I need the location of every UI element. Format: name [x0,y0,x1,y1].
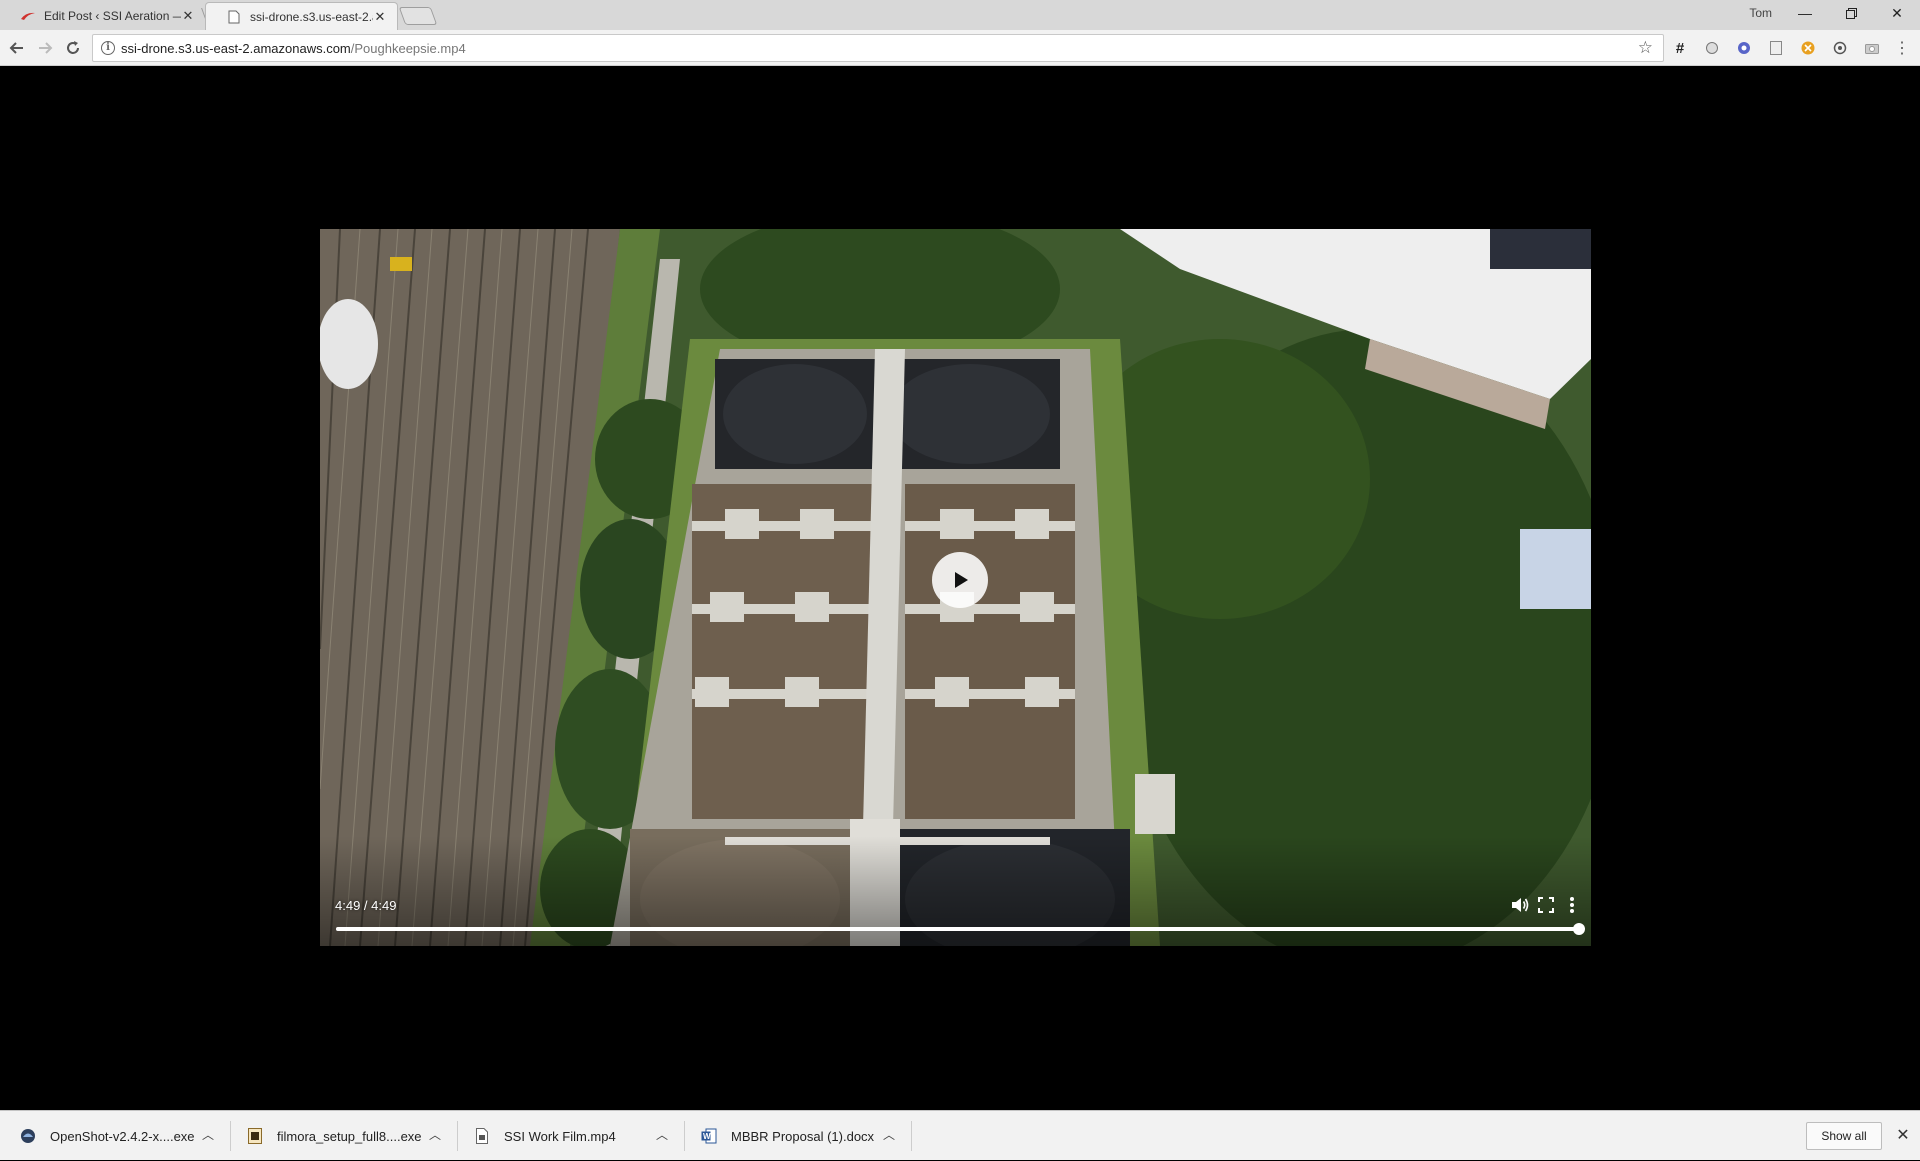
chevron-up-icon[interactable]: ︿ [881,1127,897,1143]
download-shelf: OpenShot-v2.4.2-x....exe ︿ filmora_setup… [0,1110,1920,1160]
bookmark-star-icon[interactable]: ☆ [1638,38,1653,58]
url-path: /Poughkeepsie.mp4 [350,40,466,56]
fullscreen-icon[interactable] [1534,893,1558,917]
window-close-icon[interactable]: ✕ [1874,0,1920,26]
tab-title: ssi-drone.s3.us-east-2.am [250,9,373,24]
progress-bar[interactable] [336,923,1585,935]
chevron-up-icon[interactable]: ︿ [654,1127,670,1143]
divider [911,1121,912,1151]
tab-edit-post[interactable]: Edit Post ‹ SSI Aeration — ✕ [0,2,205,30]
camera-extension-icon[interactable] [1864,40,1880,56]
page-icon [226,9,242,25]
download-item[interactable]: filmora_setup_full8....exe ︿ [247,1111,447,1161]
restore-icon[interactable] [1828,0,1874,26]
video-file-icon [474,1128,490,1144]
video-overflow-menu-icon[interactable] [1560,893,1584,917]
download-name: filmora_setup_full8....exe [277,1128,422,1144]
url-host: ssi-drone.s3.us-east-2.amazonaws.com [121,40,351,56]
close-icon[interactable]: ✕ [1893,1126,1913,1146]
divider [230,1121,231,1151]
hashtag-extension-icon[interactable]: # [1672,40,1688,57]
wordpress-red-logo-icon [20,8,36,24]
chevron-up-icon[interactable]: ︿ [427,1127,443,1143]
volume-icon[interactable] [1508,893,1532,917]
progress-thumb[interactable] [1573,923,1585,935]
svg-text:W: W [703,1132,711,1141]
browser-toolbar: i ssi-drone.s3.us-east-2.amazonaws.com/P… [0,30,1920,66]
download-name: SSI Work Film.mp4 [504,1128,616,1144]
show-all-button[interactable]: Show all [1806,1122,1882,1150]
minimize-icon[interactable]: — [1782,0,1828,26]
profile-name[interactable]: Tom [1749,6,1772,20]
tab-video[interactable]: ssi-drone.s3.us-east-2.am ✕ [205,2,398,30]
orange-extension-icon[interactable] [1800,40,1816,56]
progress-fill [336,927,1579,931]
chevron-up-icon[interactable]: ︿ [200,1127,216,1143]
circle-extension-icon[interactable] [1704,40,1720,56]
video-player[interactable]: 4:49 / 4:49 [320,229,1591,946]
tab-close-icon[interactable]: ✕ [181,9,195,23]
browser-menu-icon[interactable]: ⋮ [1894,40,1910,57]
download-name: OpenShot-v2.4.2-x....exe [50,1128,195,1144]
spiral-extension-icon[interactable] [1832,40,1848,56]
document-extension-icon[interactable] [1768,40,1784,56]
blue-dot-extension-icon[interactable] [1736,40,1752,56]
back-arrow-icon[interactable] [6,37,28,59]
divider [457,1121,458,1151]
divider [684,1121,685,1151]
reload-icon[interactable] [62,37,84,59]
openshot-icon [20,1128,36,1144]
download-item[interactable]: OpenShot-v2.4.2-x....exe ︿ [20,1111,220,1161]
address-bar[interactable]: i ssi-drone.s3.us-east-2.amazonaws.com/P… [92,34,1664,62]
play-icon [955,572,968,588]
filmora-icon [247,1128,263,1144]
site-info-icon[interactable]: i [101,41,115,55]
tab-strip: Edit Post ‹ SSI Aeration — ✕ ssi-drone.s… [0,0,1920,30]
download-item[interactable]: W MBBR Proposal (1).docx ︿ [701,1111,901,1161]
download-item[interactable]: SSI Work Film.mp4 ︿ [474,1111,674,1161]
play-button[interactable] [932,552,988,608]
time-display: 4:49 / 4:49 [335,898,397,913]
media-viewport: 4:49 / 4:49 [0,67,1920,1110]
forward-arrow-icon[interactable] [34,37,56,59]
word-doc-icon: W [701,1128,717,1144]
tab-close-icon[interactable]: ✕ [373,9,387,24]
tab-title: Edit Post ‹ SSI Aeration — [44,9,181,23]
new-tab-button[interactable] [398,7,438,25]
download-name: MBBR Proposal (1).docx [731,1128,875,1144]
